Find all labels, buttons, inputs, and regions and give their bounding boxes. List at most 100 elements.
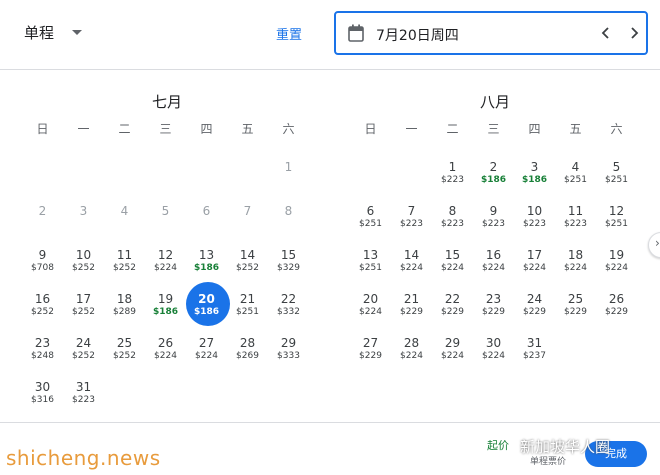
day-number: 4 (571, 160, 580, 174)
empty-cell (391, 154, 432, 198)
day-cell[interactable]: 27 $224 (186, 330, 227, 374)
day-cell[interactable]: 13 $186 (186, 242, 227, 286)
day-cell[interactable]: 18 $224 (555, 242, 596, 286)
day-cell[interactable]: 22 $332 (268, 286, 309, 330)
day-number: 31 (526, 336, 543, 350)
day-cell[interactable]: 12 $251 (596, 198, 637, 242)
day-cell[interactable]: 21 $229 (391, 286, 432, 330)
day-cell[interactable]: 15 $224 (432, 242, 473, 286)
weekday-label: 一 (405, 122, 418, 136)
day-cell[interactable]: 30 $316 (22, 374, 63, 418)
scroll-right-button[interactable]: › (648, 232, 660, 258)
day-cell[interactable]: 26 $224 (145, 330, 186, 374)
top-bar: 单程 重置 7月20日周四 (0, 0, 660, 70)
chevron-right-icon: › (655, 236, 660, 250)
day-cell[interactable]: 11 $223 (555, 198, 596, 242)
day-cell[interactable]: 28 $269 (227, 330, 268, 374)
day-cell[interactable]: 23 $229 (473, 286, 514, 330)
day-price: $252 (113, 263, 136, 273)
day-number: 18 (116, 292, 133, 306)
day-cell[interactable]: 17 $224 (514, 242, 555, 286)
day-cell[interactable]: 14 $252 (227, 242, 268, 286)
day-cell[interactable]: 31 $237 (514, 330, 555, 374)
day-cell: 5 (145, 198, 186, 242)
day-cell[interactable]: 10 $223 (514, 198, 555, 242)
day-price: $224 (400, 351, 423, 361)
day-number: 6 (366, 204, 375, 218)
day-cell[interactable]: 17 $252 (63, 286, 104, 330)
day-cell[interactable]: 16 $252 (22, 286, 63, 330)
day-price: $251 (605, 219, 628, 229)
day-cell[interactable]: 23 $248 (22, 330, 63, 374)
date-field[interactable]: 7月20日周四 (334, 11, 648, 55)
day-price: $186 (521, 175, 548, 185)
day-number: 16 (34, 292, 51, 306)
day-number: 15 (444, 248, 461, 262)
day-cell[interactable]: 14 $224 (391, 242, 432, 286)
chevron-right-icon[interactable] (624, 23, 644, 43)
day-cell[interactable]: 8 $223 (432, 198, 473, 242)
day-cell[interactable]: 16 $224 (473, 242, 514, 286)
day-cell[interactable]: 3 $186 (514, 154, 555, 198)
day-cell[interactable]: 13 $251 (350, 242, 391, 286)
day-number: 7 (243, 204, 252, 218)
day-cell[interactable]: 12 $224 (145, 242, 186, 286)
day-price: $224 (482, 351, 505, 361)
day-price: $229 (564, 307, 587, 317)
day-cell[interactable]: 28 $224 (391, 330, 432, 374)
day-price: $289 (113, 307, 136, 317)
trip-type-label: 单程 (24, 24, 55, 42)
day-cell[interactable]: 19 $186 (145, 286, 186, 330)
day-price: $252 (113, 351, 136, 361)
day-cell[interactable]: 10 $252 (63, 242, 104, 286)
day-cell[interactable]: 15 $329 (268, 242, 309, 286)
day-number: 20 (198, 292, 215, 306)
day-cell[interactable]: 22 $229 (432, 286, 473, 330)
day-cell[interactable]: 20 $224 (350, 286, 391, 330)
day-cell[interactable]: 24 $229 (514, 286, 555, 330)
day-price: $252 (72, 351, 95, 361)
day-price: $251 (605, 175, 628, 185)
day-number: 13 (362, 248, 379, 262)
day-cell[interactable]: 25 $252 (104, 330, 145, 374)
day-price: $251 (236, 307, 259, 317)
day-cell[interactable]: 27 $229 (350, 330, 391, 374)
day-cell[interactable]: 9 $223 (473, 198, 514, 242)
day-cell[interactable]: 30 $224 (473, 330, 514, 374)
month-august: 八月 日一二三四五六 1 $223 2 $186 3 $186 4 $251 5 $251 6 $25… (350, 88, 640, 374)
day-cell[interactable]: 5 $251 (596, 154, 637, 198)
day-cell[interactable]: 24 $252 (63, 330, 104, 374)
reset-button[interactable]: 重置 (276, 24, 302, 43)
day-cell[interactable]: 2 $186 (473, 154, 514, 198)
day-cell[interactable]: 19 $224 (596, 242, 637, 286)
chevron-left-icon[interactable] (596, 23, 616, 43)
day-cell[interactable]: 25 $229 (555, 286, 596, 330)
day-price: $229 (359, 351, 382, 361)
weekday-header: 日一二三四五六 (350, 120, 640, 142)
trip-type-select[interactable]: 单程 (24, 22, 83, 43)
day-cell[interactable]: 21 $251 (227, 286, 268, 330)
day-number: 14 (239, 248, 256, 262)
day-cell[interactable]: 29 $333 (268, 330, 309, 374)
day-number: 19 (157, 292, 174, 306)
day-cell[interactable]: 7 $223 (391, 198, 432, 242)
day-number: 23 (485, 292, 502, 306)
weekday-label: 三 (159, 122, 172, 136)
day-price: $223 (441, 219, 464, 229)
day-cell[interactable]: 4 $251 (555, 154, 596, 198)
day-number: 29 (444, 336, 461, 350)
day-cell[interactable]: 29 $224 (432, 330, 473, 374)
day-cell[interactable]: 1 $223 (432, 154, 473, 198)
day-cell: 2 (22, 198, 63, 242)
day-cell[interactable]: 11 $252 (104, 242, 145, 286)
day-cell[interactable]: 6 $251 (350, 198, 391, 242)
day-cell[interactable]: 31 $223 (63, 374, 104, 418)
day-cell-selected[interactable]: 20 $186 (186, 282, 230, 330)
day-price: $186 (193, 263, 220, 273)
day-number: 5 (161, 204, 170, 218)
day-cell[interactable]: 26 $229 (596, 286, 637, 330)
day-cell[interactable]: 9 $708 (22, 242, 63, 286)
day-price: $224 (154, 263, 177, 273)
day-price: $224 (400, 263, 423, 273)
day-cell[interactable]: 18 $289 (104, 286, 145, 330)
